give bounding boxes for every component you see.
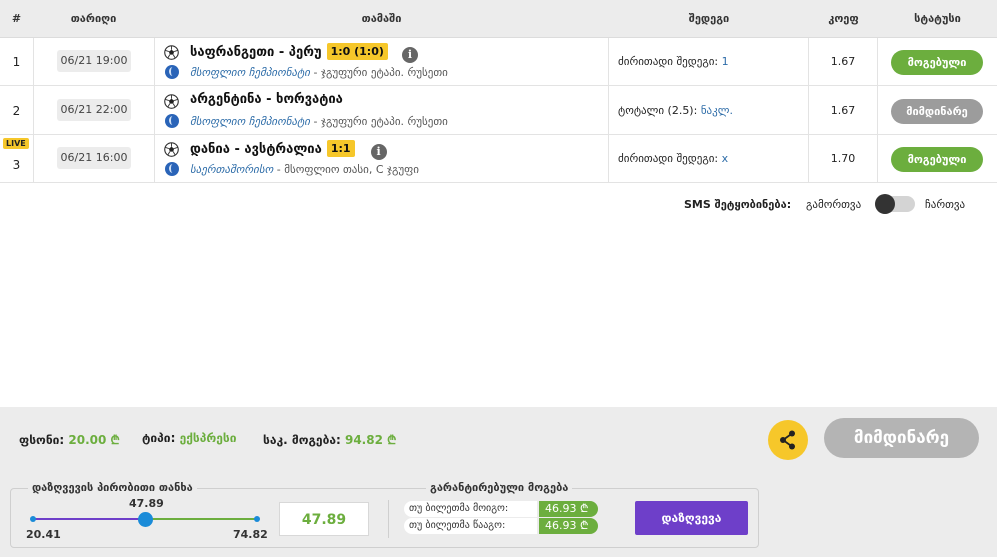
slider-current-label: 47.89 — [129, 497, 164, 510]
row-num: 3 — [12, 158, 21, 172]
league-detail: - ჯგუფური ეტაპი. რუსეთი — [310, 115, 448, 128]
buyout-slider-handle[interactable] — [138, 512, 153, 527]
info-icon[interactable]: i — [370, 144, 387, 160]
coef-value: 1.67 — [830, 104, 856, 117]
row-num: 1 — [12, 55, 21, 69]
sms-on-label: ჩართვა — [925, 198, 966, 211]
buyout-button[interactable]: დაზღვევა — [635, 501, 748, 535]
table-row: 1 06/21 19:00 საფრანგეთი - პერუ 1:0 (1:0)… — [0, 38, 997, 86]
slider-min-label: 20.41 — [26, 528, 61, 541]
share-button[interactable] — [768, 420, 808, 460]
sms-off-label: გამორთვა — [806, 198, 862, 211]
league-icon — [165, 162, 179, 176]
toggle-knob — [875, 194, 895, 214]
info-icon[interactable]: i — [401, 47, 418, 63]
table-row: LIVE 3 06/21 16:00 დანია - ავსტრალია 1:1 i… — [0, 135, 997, 183]
status-badge: მოგებული — [891, 50, 983, 75]
header-date: თარიღი — [70, 12, 117, 25]
game-cell: დანია - ავსტრალია 1:1 i საერთაშორისო - მსო… — [163, 135, 608, 183]
if-win-label: თუ ბილეთმა მოიგო: — [404, 501, 537, 517]
header-status: სტატუსი — [914, 12, 961, 25]
league-icon — [165, 114, 179, 128]
header-game: თამაში — [361, 12, 402, 25]
header-coef: კოეფ — [828, 12, 859, 25]
match-teams[interactable]: დანია - ავსტრალია — [190, 142, 322, 157]
if-win-value: 46.93 ₾ — [539, 501, 598, 517]
soccer-ball-icon — [164, 45, 179, 60]
match-date: 06/21 22:00 — [57, 99, 131, 121]
column-divider — [808, 38, 809, 183]
column-divider — [33, 38, 34, 183]
share-icon — [780, 430, 795, 450]
status-badge: მოგებული — [891, 147, 983, 172]
header-num: # — [11, 12, 22, 25]
soccer-ball-icon — [164, 142, 179, 157]
league-icon — [165, 65, 179, 79]
stake-label: ფსონი: — [19, 433, 65, 447]
status-cell: მიმდინარე — [878, 87, 997, 135]
slider-track-right — [145, 518, 257, 520]
league-link[interactable]: საერთაშორისო — [190, 163, 273, 176]
sms-toggle[interactable] — [875, 194, 915, 214]
result-value: 1 — [721, 55, 729, 68]
slider-min-dot — [30, 516, 36, 522]
sms-label: SMS შეტყობინება: — [684, 198, 792, 211]
status-badge: მიმდინარე — [891, 99, 983, 124]
header-result: შედეგი — [688, 12, 730, 25]
coef-value: 1.67 — [830, 55, 856, 68]
coef-value: 1.70 — [830, 152, 856, 165]
result-label: ძირითადი შედეგი: — [618, 55, 722, 68]
type-value: ექსპრესი — [179, 431, 237, 445]
total-win-label: საკ. მოგება: — [263, 433, 341, 447]
slider-max-label: 74.82 — [233, 528, 268, 541]
status-cell: მოგებული — [878, 135, 997, 183]
if-lose-label: თუ ბილეთმა წააგო: — [404, 518, 537, 534]
result-label: ძირითადი შედეგი: — [618, 152, 722, 165]
stake-value: 20.00 ₾ — [68, 433, 120, 447]
league-link[interactable]: მსოფლიო ჩემპიონატი — [190, 115, 310, 128]
column-divider — [154, 38, 155, 183]
if-lose-value: 46.93 ₾ — [539, 518, 598, 534]
column-divider — [877, 38, 878, 183]
result-cell: ძირითადი შედეგი: 1 — [618, 38, 808, 86]
match-date: 06/21 16:00 — [57, 147, 131, 169]
score-badge: 1:0 (1:0) — [326, 43, 388, 60]
result-label: ტოტალი (2.5): — [618, 104, 701, 117]
league-detail: - ჯგუფური ეტაპი. რუსეთი — [310, 66, 448, 79]
type-label: ტიპი: — [142, 431, 176, 445]
slider-max-dot — [254, 516, 260, 522]
slider-track-left — [33, 518, 145, 520]
league-detail: - მსოფლიო თასი, C ჯგუფი — [273, 163, 419, 176]
status-cell: მოგებული — [878, 38, 997, 86]
result-cell: ძირითადი შედეგი: x — [618, 135, 808, 183]
buyout-amount-input[interactable]: 47.89 — [279, 502, 369, 536]
result-cell: ტოტალი (2.5): ნაკლ. — [618, 87, 808, 135]
match-teams[interactable]: არგენტინა - ხორვატია — [190, 92, 343, 107]
status-running-button[interactable]: მიმდინარე — [824, 418, 979, 458]
league-link[interactable]: მსოფლიო ჩემპიონატი — [190, 66, 310, 79]
result-value: ნაკლ. — [700, 104, 733, 117]
table-header: # თარიღი თამაში შედეგი კოეფ სტატუსი — [0, 0, 997, 38]
table-row: 2 06/21 22:00 არგენტინა - ხორვატია მსოფლ… — [0, 87, 997, 135]
game-cell: საფრანგეთი - პერუ 1:0 (1:0) i მსოფლიო ჩემპ… — [163, 38, 608, 86]
guaranteed-legend: გარანტირებული მოგება — [426, 481, 573, 494]
divider — [388, 500, 389, 538]
total-win-value: 94.82 ₾ — [344, 433, 397, 447]
game-cell: არგენტინა - ხორვატია მსოფლიო ჩემპიონატი … — [163, 87, 608, 135]
result-value: x — [721, 152, 729, 165]
buyout-legend: დაზღვევის პირობითი თანხა — [28, 481, 197, 494]
score-badge: 1:1 — [326, 140, 355, 157]
match-teams[interactable]: საფრანგეთი - პერუ — [190, 45, 322, 60]
soccer-ball-icon — [164, 94, 179, 109]
row-num: 2 — [12, 104, 21, 118]
match-date: 06/21 19:00 — [57, 50, 131, 72]
column-divider — [608, 38, 609, 183]
